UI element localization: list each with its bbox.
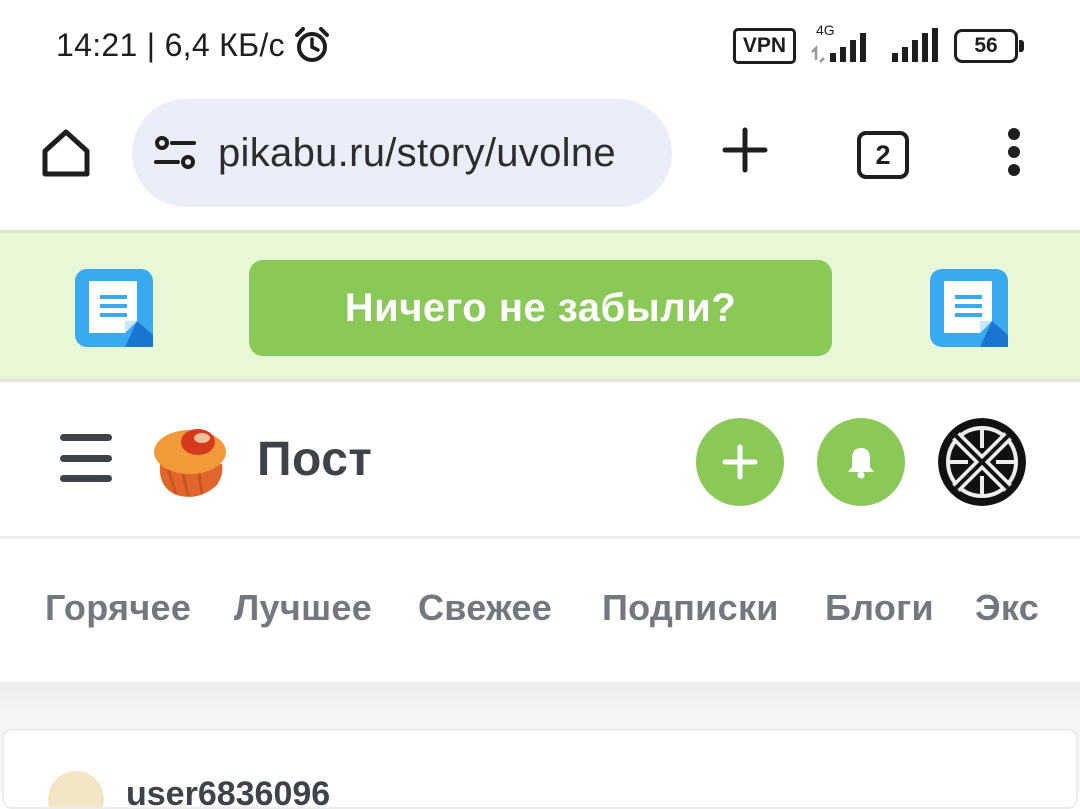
plus-icon <box>722 444 758 480</box>
add-post-button[interactable] <box>696 418 784 506</box>
home-button[interactable] <box>36 123 96 183</box>
tune-icon[interactable] <box>152 129 200 177</box>
tab-switcher-button[interactable]: 2 <box>857 131 909 179</box>
hamburger-line <box>60 454 112 462</box>
post-author-name[interactable]: user6836096 <box>126 775 330 807</box>
hamburger-line <box>60 475 112 482</box>
section-tabs: Горячее Лучшее Свежее Подписки Блоги Экс <box>0 539 1080 682</box>
hamburger-menu-button[interactable] <box>60 434 112 482</box>
plus-icon <box>722 127 768 173</box>
alarm-clock-icon <box>294 27 329 62</box>
notes-app-icon-right <box>930 269 1008 347</box>
hamburger-line <box>60 434 112 441</box>
home-icon <box>42 129 90 177</box>
url-text[interactable]: pikabu.ru/story/uvolne <box>218 131 616 176</box>
signal-bars-icon-2 <box>892 28 938 62</box>
status-time-speed: 14:21 | 6,4 КБ/с <box>56 26 285 63</box>
bell-icon <box>848 448 874 479</box>
tab-subscriptions[interactable]: Подписки <box>602 587 779 629</box>
page-title: Пост <box>257 433 373 486</box>
new-tab-button[interactable] <box>716 121 774 179</box>
browser-toolbar: pikabu.ru/story/uvolne 2 <box>0 96 1080 230</box>
vpn-badge: VPN <box>732 28 796 64</box>
battery-indicator: 56 <box>954 29 1024 63</box>
site-header: Пост <box>0 382 1080 539</box>
status-left: 14:21 | 6,4 КБ/с <box>56 26 331 64</box>
battery-level: 56 <box>974 34 998 57</box>
avatar-image <box>938 418 1026 506</box>
notes-app-icon <box>75 269 153 347</box>
tab-fresh[interactable]: Свежее <box>418 587 552 629</box>
status-bar: 14:21 | 6,4 КБ/с VPN 4G 56 <box>0 0 1080 96</box>
post-card: user6836096 <box>2 729 1078 809</box>
notifications-button[interactable] <box>817 418 905 506</box>
user-avatar[interactable] <box>938 418 1026 506</box>
address-bar[interactable]: pikabu.ru/story/uvolne <box>132 99 672 207</box>
tab-blogs[interactable]: Блоги <box>825 587 934 629</box>
reminder-button[interactable]: Ничего не забыли? <box>249 260 832 356</box>
browser-menu-button[interactable] <box>996 125 1032 179</box>
section-tabs-scroller[interactable]: Горячее Лучшее Свежее Подписки Блоги Экс <box>0 539 1040 682</box>
mobile-signal-1: 4G <box>810 22 876 66</box>
tab-best[interactable]: Лучшее <box>234 587 372 629</box>
tab-hot[interactable]: Горячее <box>45 587 191 629</box>
tab-expert[interactable]: Экс <box>975 587 1039 629</box>
promo-banner: Ничего не забыли? <box>0 230 1080 382</box>
status-right: VPN 4G 56 <box>732 22 1024 66</box>
network-type-label: 4G <box>816 22 835 38</box>
tab-count: 2 <box>875 139 891 170</box>
kebab-menu-icon <box>1008 128 1020 176</box>
post-author-avatar[interactable] <box>48 771 104 807</box>
pikabu-cupcake-logo[interactable] <box>150 424 230 500</box>
